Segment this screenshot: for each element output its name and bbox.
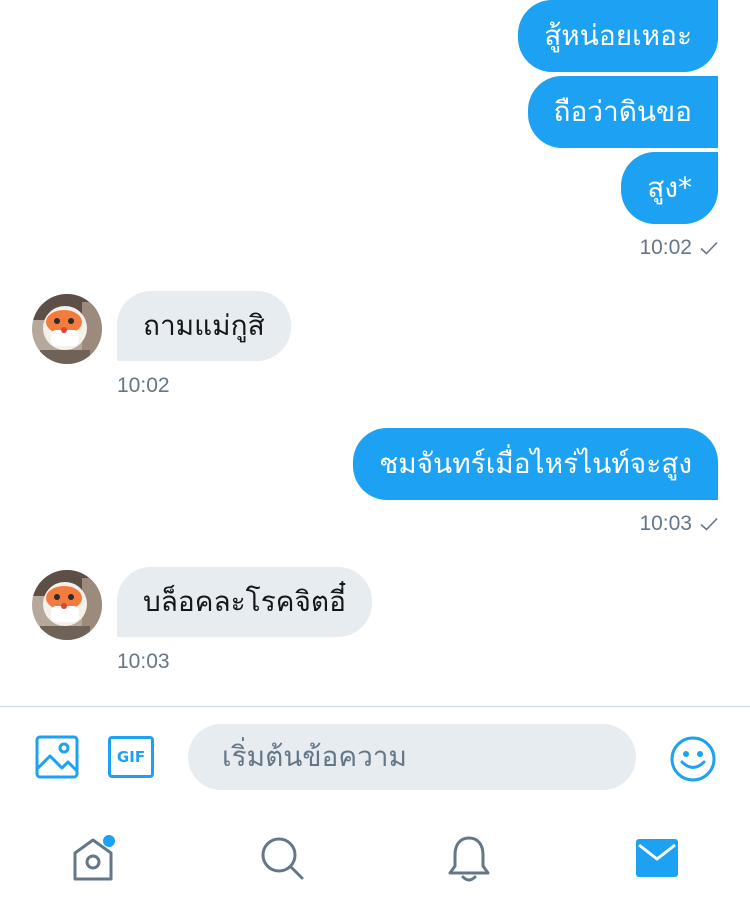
message-timestamp: 10:02 bbox=[117, 374, 170, 397]
check-icon bbox=[700, 517, 718, 531]
message-bubble-incoming[interactable]: ถามแม่กูสิ bbox=[117, 291, 291, 361]
bell-icon[interactable] bbox=[446, 833, 492, 883]
message-list: สู้หน่อยเหอะ ถือว่าดินขอ สูง* 10:02 ถามแ… bbox=[0, 0, 750, 706]
tab-bar bbox=[0, 817, 750, 905]
message-input[interactable]: เริ่มต้นข้อความ bbox=[188, 724, 636, 790]
message-input-placeholder: เริ่มต้นข้อความ bbox=[222, 740, 407, 773]
image-icon[interactable] bbox=[35, 735, 79, 779]
message-timestamp: 10:02 bbox=[639, 236, 718, 260]
message-timestamp: 10:03 bbox=[117, 650, 170, 673]
emoji-icon[interactable] bbox=[669, 735, 717, 783]
message-bubble-outgoing[interactable]: ถือว่าดินขอ bbox=[527, 76, 718, 148]
check-icon bbox=[700, 241, 718, 255]
message-bubble-outgoing[interactable]: สู้หน่อยเหอะ bbox=[518, 0, 718, 72]
search-icon[interactable] bbox=[259, 835, 305, 881]
avatar[interactable] bbox=[32, 570, 102, 640]
message-bubble-outgoing[interactable]: สูง* bbox=[621, 152, 718, 224]
tab-home[interactable] bbox=[70, 833, 118, 885]
mail-icon[interactable] bbox=[636, 839, 678, 877]
message-bubble-outgoing[interactable]: ชมจันทร์เมื่อไหร่ไนท์จะสูง bbox=[353, 428, 718, 500]
message-timestamp: 10:03 bbox=[639, 512, 718, 536]
gif-button[interactable]: GIF bbox=[108, 736, 154, 778]
avatar[interactable] bbox=[32, 294, 102, 364]
message-bubble-incoming[interactable]: บล็อคละโรคจิตอี๋ bbox=[117, 567, 372, 637]
composer-bar: GIF เริ่มต้นข้อความ bbox=[0, 706, 750, 904]
notification-dot bbox=[103, 835, 115, 847]
